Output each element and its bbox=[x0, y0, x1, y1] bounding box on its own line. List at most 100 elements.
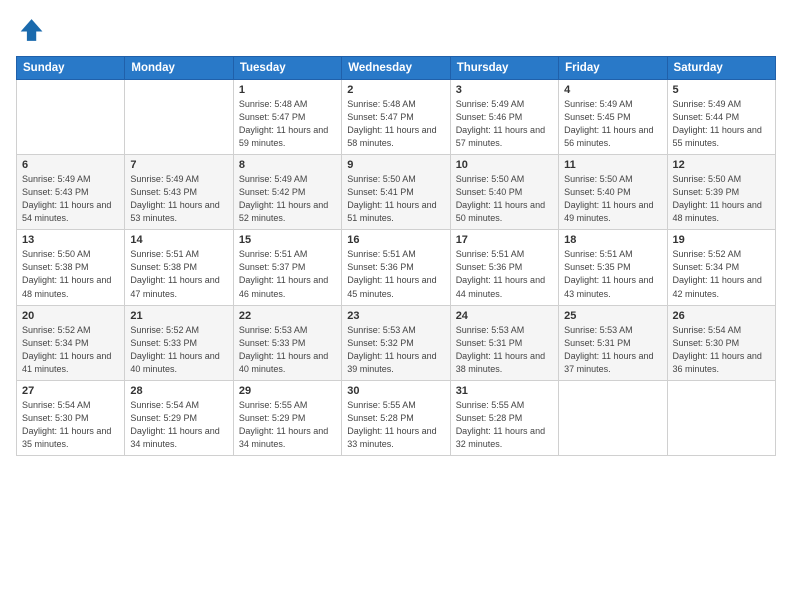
day-cell: 31 Sunrise: 5:55 AMSunset: 5:28 PMDayligh… bbox=[450, 380, 558, 455]
day-info: Sunrise: 5:51 AMSunset: 5:36 PMDaylight:… bbox=[347, 248, 444, 300]
day-info: Sunrise: 5:55 AMSunset: 5:28 PMDaylight:… bbox=[456, 399, 553, 451]
day-cell: 9Sunrise: 5:50 AMSunset: 5:41 PMDaylight… bbox=[342, 155, 450, 230]
day-cell: 11 Sunrise: 5:50 AMSunset: 5:40 PMDayligh… bbox=[559, 155, 667, 230]
day-info: Sunrise: 5:52 AMSunset: 5:34 PMDaylight:… bbox=[673, 248, 770, 300]
day-info: Sunrise: 5:50 AMSunset: 5:40 PMDaylight:… bbox=[456, 173, 553, 225]
weekday-header-wednesday: Wednesday bbox=[342, 57, 450, 80]
day-number: 1 bbox=[239, 84, 336, 96]
day-number: 26 bbox=[673, 310, 770, 322]
day-number: 13 bbox=[22, 234, 119, 246]
weekday-header-tuesday: Tuesday bbox=[233, 57, 341, 80]
day-info: Sunrise: 5:48 AMSunset: 5:47 PMDaylight:… bbox=[239, 98, 336, 150]
week-row-4: 20 Sunrise: 5:52 AMSunset: 5:34 PMDayligh… bbox=[17, 305, 776, 380]
day-info: Sunrise: 5:53 AMSunset: 5:31 PMDaylight:… bbox=[564, 324, 661, 376]
day-cell: 29Sunrise: 5:55 AMSunset: 5:29 PMDayligh… bbox=[233, 380, 341, 455]
day-cell: 3 Sunrise: 5:49 AMSunset: 5:46 PMDaylight… bbox=[450, 80, 558, 155]
day-number: 5 bbox=[673, 84, 770, 96]
day-number: 22 bbox=[239, 310, 336, 322]
day-number: 31 bbox=[456, 385, 553, 397]
day-cell bbox=[559, 380, 667, 455]
day-cell: 6Sunrise: 5:49 AMSunset: 5:43 PMDaylight… bbox=[17, 155, 125, 230]
day-number: 27 bbox=[22, 385, 119, 397]
day-info: Sunrise: 5:54 AMSunset: 5:30 PMDaylight:… bbox=[22, 399, 119, 451]
day-number: 28 bbox=[130, 385, 227, 397]
day-info: Sunrise: 5:54 AMSunset: 5:30 PMDaylight:… bbox=[673, 324, 770, 376]
day-cell: 8 Sunrise: 5:49 AMSunset: 5:42 PMDaylight… bbox=[233, 155, 341, 230]
day-cell: 2Sunrise: 5:48 AMSunset: 5:47 PMDaylight… bbox=[342, 80, 450, 155]
day-cell: 23 Sunrise: 5:53 AMSunset: 5:32 PMDayligh… bbox=[342, 305, 450, 380]
day-info: Sunrise: 5:50 AMSunset: 5:40 PMDaylight:… bbox=[564, 173, 661, 225]
day-cell: 20 Sunrise: 5:52 AMSunset: 5:34 PMDayligh… bbox=[17, 305, 125, 380]
day-cell: 21 Sunrise: 5:52 AMSunset: 5:33 PMDayligh… bbox=[125, 305, 233, 380]
day-number: 25 bbox=[564, 310, 661, 322]
day-cell: 14 Sunrise: 5:51 AMSunset: 5:38 PMDayligh… bbox=[125, 230, 233, 305]
day-number: 20 bbox=[22, 310, 119, 322]
day-cell: 4Sunrise: 5:49 AMSunset: 5:45 PMDaylight… bbox=[559, 80, 667, 155]
day-cell: 22 Sunrise: 5:53 AMSunset: 5:33 PMDayligh… bbox=[233, 305, 341, 380]
day-cell bbox=[125, 80, 233, 155]
day-number: 6 bbox=[22, 159, 119, 171]
day-number: 7 bbox=[130, 159, 227, 171]
day-cell: 7 Sunrise: 5:49 AMSunset: 5:43 PMDaylight… bbox=[125, 155, 233, 230]
day-number: 30 bbox=[347, 385, 444, 397]
day-number: 19 bbox=[673, 234, 770, 246]
calendar-page: SundayMondayTuesdayWednesdayThursdayFrid… bbox=[0, 0, 792, 612]
day-info: Sunrise: 5:49 AMSunset: 5:42 PMDaylight:… bbox=[239, 173, 336, 225]
day-info: Sunrise: 5:51 AMSunset: 5:35 PMDaylight:… bbox=[564, 248, 661, 300]
day-info: Sunrise: 5:51 AMSunset: 5:37 PMDaylight:… bbox=[239, 248, 336, 300]
day-info: Sunrise: 5:49 AMSunset: 5:46 PMDaylight:… bbox=[456, 98, 553, 150]
day-info: Sunrise: 5:53 AMSunset: 5:31 PMDaylight:… bbox=[456, 324, 553, 376]
day-cell: 24Sunrise: 5:53 AMSunset: 5:31 PMDayligh… bbox=[450, 305, 558, 380]
day-info: Sunrise: 5:51 AMSunset: 5:38 PMDaylight:… bbox=[130, 248, 227, 300]
week-row-5: 27 Sunrise: 5:54 AMSunset: 5:30 PMDayligh… bbox=[17, 380, 776, 455]
day-cell: 15 Sunrise: 5:51 AMSunset: 5:37 PMDayligh… bbox=[233, 230, 341, 305]
day-cell: 19 Sunrise: 5:52 AMSunset: 5:34 PMDayligh… bbox=[667, 230, 775, 305]
day-number: 17 bbox=[456, 234, 553, 246]
day-number: 11 bbox=[564, 159, 661, 171]
day-cell: 26 Sunrise: 5:54 AMSunset: 5:30 PMDayligh… bbox=[667, 305, 775, 380]
header bbox=[16, 16, 776, 44]
logo-icon bbox=[16, 16, 44, 44]
day-info: Sunrise: 5:49 AMSunset: 5:44 PMDaylight:… bbox=[673, 98, 770, 150]
day-info: Sunrise: 5:55 AMSunset: 5:28 PMDaylight:… bbox=[347, 399, 444, 451]
day-cell: 1 Sunrise: 5:48 AMSunset: 5:47 PMDaylight… bbox=[233, 80, 341, 155]
day-number: 14 bbox=[130, 234, 227, 246]
day-info: Sunrise: 5:55 AMSunset: 5:29 PMDaylight:… bbox=[239, 399, 336, 451]
day-info: Sunrise: 5:50 AMSunset: 5:39 PMDaylight:… bbox=[673, 173, 770, 225]
day-number: 23 bbox=[347, 310, 444, 322]
day-cell: 18 Sunrise: 5:51 AMSunset: 5:35 PMDayligh… bbox=[559, 230, 667, 305]
day-info: Sunrise: 5:49 AMSunset: 5:43 PMDaylight:… bbox=[130, 173, 227, 225]
day-info: Sunrise: 5:49 AMSunset: 5:45 PMDaylight:… bbox=[564, 98, 661, 150]
day-number: 15 bbox=[239, 234, 336, 246]
logo bbox=[16, 16, 48, 44]
week-row-3: 13Sunrise: 5:50 AMSunset: 5:38 PMDayligh… bbox=[17, 230, 776, 305]
day-cell: 16Sunrise: 5:51 AMSunset: 5:36 PMDayligh… bbox=[342, 230, 450, 305]
day-number: 18 bbox=[564, 234, 661, 246]
day-cell: 25 Sunrise: 5:53 AMSunset: 5:31 PMDayligh… bbox=[559, 305, 667, 380]
day-info: Sunrise: 5:50 AMSunset: 5:41 PMDaylight:… bbox=[347, 173, 444, 225]
day-number: 3 bbox=[456, 84, 553, 96]
weekday-header-row: SundayMondayTuesdayWednesdayThursdayFrid… bbox=[17, 57, 776, 80]
weekday-header-saturday: Saturday bbox=[667, 57, 775, 80]
day-number: 21 bbox=[130, 310, 227, 322]
day-cell: 5 Sunrise: 5:49 AMSunset: 5:44 PMDaylight… bbox=[667, 80, 775, 155]
weekday-header-monday: Monday bbox=[125, 57, 233, 80]
day-info: Sunrise: 5:52 AMSunset: 5:33 PMDaylight:… bbox=[130, 324, 227, 376]
day-cell: 17 Sunrise: 5:51 AMSunset: 5:36 PMDayligh… bbox=[450, 230, 558, 305]
day-number: 8 bbox=[239, 159, 336, 171]
day-number: 2 bbox=[347, 84, 444, 96]
day-cell: 13Sunrise: 5:50 AMSunset: 5:38 PMDayligh… bbox=[17, 230, 125, 305]
week-row-2: 6 Sunrise: 5:49 AMSunset: 5:43 PMDaylight… bbox=[17, 155, 776, 230]
weekday-header-thursday: Thursday bbox=[450, 57, 558, 80]
day-info: Sunrise: 5:51 AMSunset: 5:36 PMDaylight:… bbox=[456, 248, 553, 300]
weekday-header-friday: Friday bbox=[559, 57, 667, 80]
day-info: Sunrise: 5:52 AMSunset: 5:34 PMDaylight:… bbox=[22, 324, 119, 376]
day-number: 10 bbox=[456, 159, 553, 171]
weekday-header-sunday: Sunday bbox=[17, 57, 125, 80]
day-cell: 10 Sunrise: 5:50 AMSunset: 5:40 PMDayligh… bbox=[450, 155, 558, 230]
day-cell: 12Sunrise: 5:50 AMSunset: 5:39 PMDayligh… bbox=[667, 155, 775, 230]
day-info: Sunrise: 5:54 AMSunset: 5:29 PMDaylight:… bbox=[130, 399, 227, 451]
day-info: Sunrise: 5:53 AMSunset: 5:32 PMDaylight:… bbox=[347, 324, 444, 376]
day-cell: 28 Sunrise: 5:54 AMSunset: 5:29 PMDayligh… bbox=[125, 380, 233, 455]
day-info: Sunrise: 5:53 AMSunset: 5:33 PMDaylight:… bbox=[239, 324, 336, 376]
